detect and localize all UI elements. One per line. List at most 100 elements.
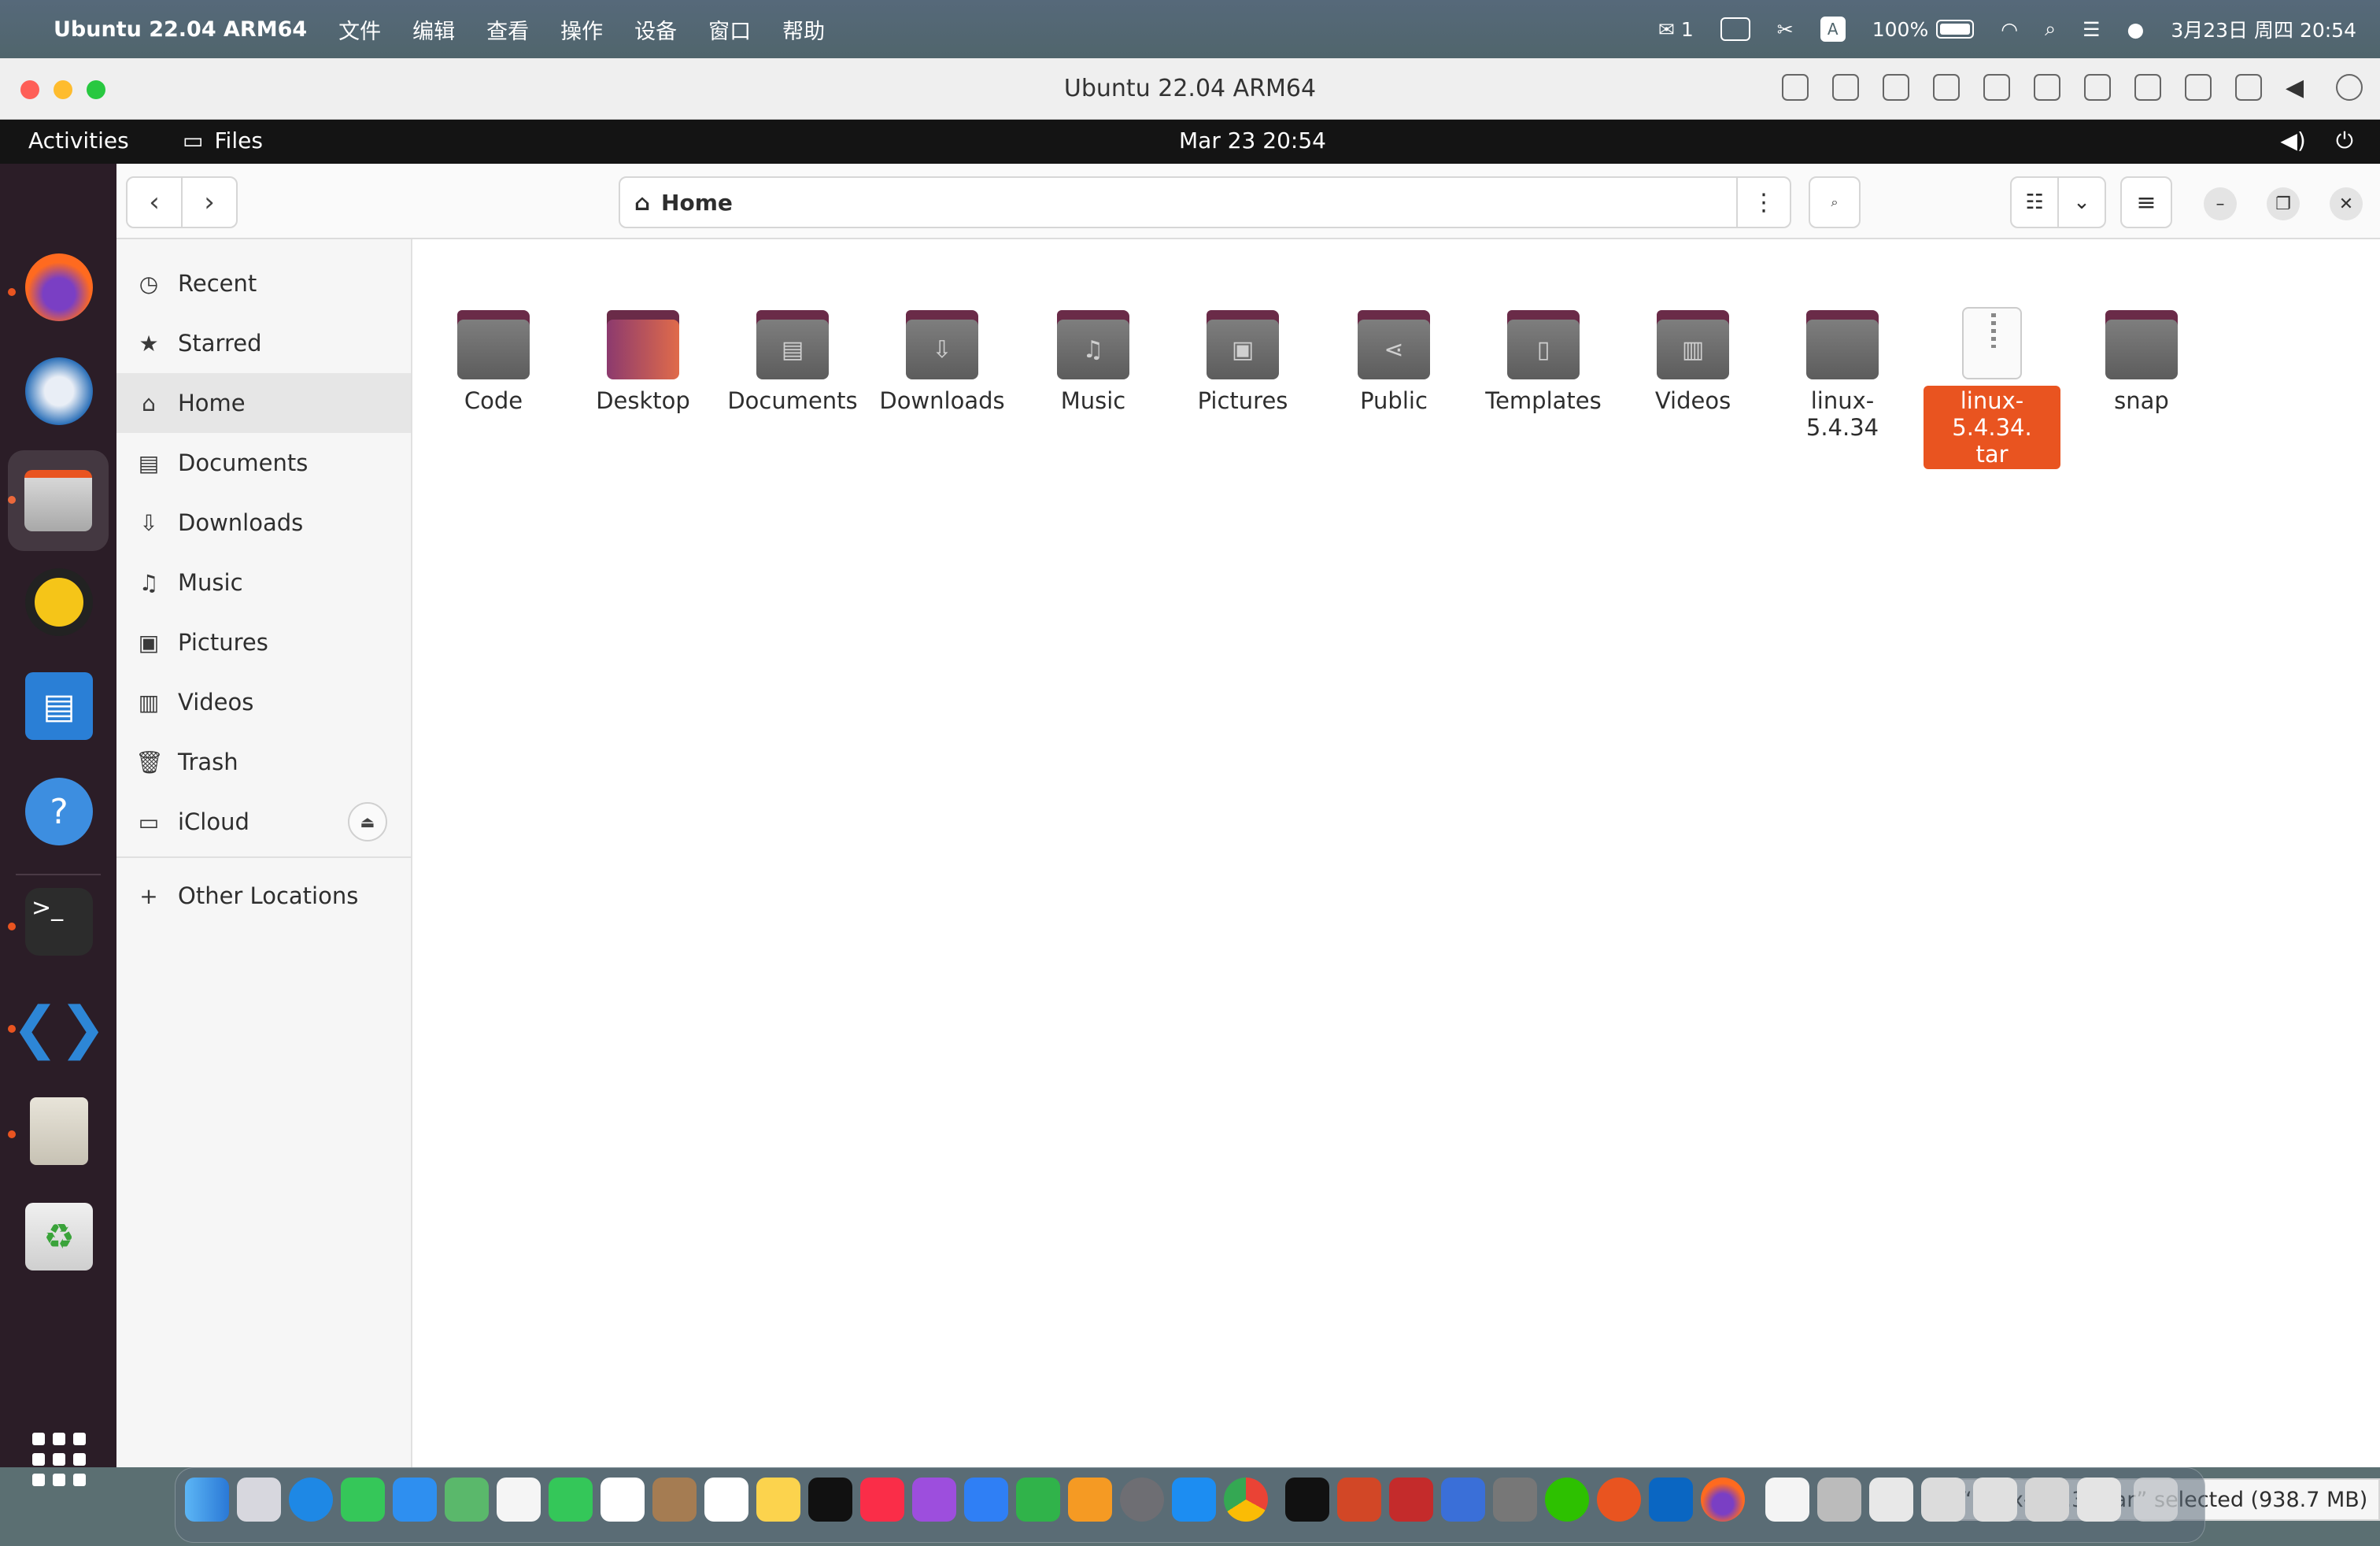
folder-item-music[interactable]: ♫ Music xyxy=(1022,302,1165,416)
finder-icon[interactable] xyxy=(185,1478,229,1522)
menu-actions[interactable]: 操作 xyxy=(560,14,603,45)
gear-icon[interactable] xyxy=(2336,74,2363,101)
terminal-icon[interactable]: >_ xyxy=(25,888,93,956)
folder-item-pictures[interactable]: ▣ Pictures xyxy=(1171,302,1314,416)
menu-window[interactable]: 窗口 xyxy=(708,14,751,45)
folder-item-code[interactable]: Code xyxy=(422,302,565,416)
system-settings-icon[interactable] xyxy=(1120,1478,1164,1522)
sidebar-item-starred[interactable]: ★ Starred xyxy=(116,313,411,373)
path-home-button[interactable]: ⌂ Home xyxy=(634,190,733,216)
tools-icon[interactable]: ✂ xyxy=(1777,18,1794,41)
vm-display-icon[interactable] xyxy=(1493,1478,1537,1522)
keyboard-icon[interactable] xyxy=(1782,74,1809,101)
battery-status[interactable]: 100% xyxy=(1872,18,1975,41)
sidebar-item-home[interactable]: ⌂ Home xyxy=(116,373,411,433)
podcasts-icon[interactable] xyxy=(912,1478,956,1522)
shared-folder-icon[interactable] xyxy=(2235,74,2262,101)
camera-icon[interactable] xyxy=(2185,74,2212,101)
wifi-icon[interactable]: ◠ xyxy=(2001,18,2018,41)
sidebar-item-music[interactable]: ♫ Music xyxy=(116,553,411,612)
trash-bin-icon[interactable] xyxy=(2134,1478,2178,1522)
vscode-mac-icon[interactable] xyxy=(1649,1478,1693,1522)
sidebar-item-trash[interactable]: 🗑 Trash xyxy=(116,732,411,792)
menu-edit[interactable]: 编辑 xyxy=(412,14,455,45)
file-item-linux-tar[interactable]: linux-5.4.34. tar xyxy=(1920,302,2064,469)
files-dock-item[interactable] xyxy=(8,450,109,551)
sidebar-item-documents[interactable]: ▤ Documents xyxy=(116,433,411,493)
wechat-icon[interactable] xyxy=(1545,1478,1589,1522)
music-app-icon[interactable] xyxy=(860,1478,904,1522)
numbers-icon[interactable] xyxy=(1016,1478,1060,1522)
window-thumbnail[interactable] xyxy=(1817,1478,1861,1522)
maps-icon[interactable] xyxy=(445,1478,489,1522)
path-bar[interactable]: ⌂ Home ⋮ xyxy=(619,176,1791,228)
contacts-icon[interactable] xyxy=(652,1478,697,1522)
writer-icon[interactable]: ▤ xyxy=(25,672,93,740)
maximize-button[interactable]: ❐ xyxy=(2267,187,2300,220)
calendar-icon[interactable] xyxy=(601,1478,645,1522)
mail-icon[interactable] xyxy=(393,1478,437,1522)
siri-icon[interactable]: ● xyxy=(2127,18,2145,41)
chrome-icon[interactable] xyxy=(1224,1478,1268,1522)
messages-icon[interactable] xyxy=(341,1478,385,1522)
list-view-button[interactable]: ☷ xyxy=(2012,178,2059,227)
help-icon[interactable]: ? xyxy=(25,778,93,845)
search-button[interactable]: ⌕ xyxy=(1809,176,1861,228)
sidebar-item-pictures[interactable]: ▣ Pictures xyxy=(116,612,411,672)
close-button[interactable]: ✕ xyxy=(2330,187,2363,220)
pages-icon[interactable] xyxy=(1068,1478,1112,1522)
eject-button[interactable]: ⏏ xyxy=(348,802,387,841)
firefox-icon[interactable] xyxy=(25,253,93,321)
zoom-window-button[interactable] xyxy=(87,80,105,99)
wechat-status[interactable]: ✉ 1 xyxy=(1658,18,1694,41)
menu-view[interactable]: 查看 xyxy=(486,14,529,45)
apple-tv-icon[interactable] xyxy=(808,1478,852,1522)
menu-help[interactable]: 帮助 xyxy=(782,14,825,45)
window-thumbnail[interactable] xyxy=(2025,1478,2069,1522)
display-mirror-icon[interactable] xyxy=(1720,17,1750,41)
firefox-mac-icon[interactable] xyxy=(1701,1478,1745,1522)
control-center-icon[interactable]: ☰ xyxy=(2082,18,2100,41)
path-options-button[interactable]: ⋮ xyxy=(1736,178,1790,227)
window-thumbnail[interactable] xyxy=(1921,1478,1965,1522)
photos-icon[interactable] xyxy=(497,1478,541,1522)
show-apps-icon[interactable] xyxy=(32,1433,86,1486)
folder-item-downloads[interactable]: ⇩ Downloads xyxy=(870,302,1014,416)
ubuntu-clock[interactable]: Mar 23 20:54 xyxy=(1179,128,1326,153)
recycle-bin-icon[interactable]: ♻ xyxy=(25,1203,93,1270)
window-thumbnail[interactable] xyxy=(2077,1478,2121,1522)
powerpoint-icon[interactable] xyxy=(1337,1478,1381,1522)
cpu-icon[interactable] xyxy=(1832,74,1859,101)
activities-button[interactable]: Activities xyxy=(28,128,129,153)
no-camera-icon[interactable] xyxy=(1933,74,1960,101)
folder-item-snap[interactable]: snap xyxy=(2070,302,2213,416)
parallels-icon[interactable] xyxy=(1389,1478,1433,1522)
folder-item-templates[interactable]: ▯ Templates xyxy=(1472,302,1615,416)
sidebar-item-videos[interactable]: ▥ Videos xyxy=(116,672,411,732)
rhythmbox-icon[interactable] xyxy=(25,568,93,636)
minimize-button[interactable]: – xyxy=(2204,187,2237,220)
sidebar-item-other-locations[interactable]: + Other Locations xyxy=(116,866,411,926)
facetime-icon[interactable] xyxy=(549,1478,593,1522)
forward-button[interactable]: › xyxy=(183,178,236,227)
mac-app-name[interactable]: Ubuntu 22.04 ARM64 xyxy=(54,17,307,42)
notes-icon[interactable] xyxy=(756,1478,800,1522)
keynote-icon[interactable] xyxy=(964,1478,1008,1522)
app-store-icon[interactable] xyxy=(1172,1478,1216,1522)
minimize-window-button[interactable] xyxy=(54,80,72,99)
files-app-menu[interactable]: ▭ Files xyxy=(183,128,263,153)
back-triangle-icon[interactable]: ◀ xyxy=(2286,74,2312,102)
ubuntu-icon[interactable] xyxy=(1597,1478,1641,1522)
view-options-button[interactable]: ⌄ xyxy=(2059,178,2105,227)
microphone-icon[interactable] xyxy=(2084,74,2111,101)
system-tray[interactable]: ◀) ⏻ xyxy=(2280,128,2353,154)
sidebar-item-downloads[interactable]: ⇩ Downloads xyxy=(116,493,411,553)
reminders-icon[interactable] xyxy=(704,1478,748,1522)
main-menu-button[interactable]: ≡ xyxy=(2120,176,2172,228)
archive-manager-icon[interactable] xyxy=(30,1097,88,1165)
folder-item-public[interactable]: ⋖ Public xyxy=(1322,302,1465,416)
network-icon[interactable] xyxy=(1983,74,2010,101)
sidebar-item-recent[interactable]: ◷ Recent xyxy=(116,253,411,313)
folder-item-desktop[interactable]: Desktop xyxy=(571,302,715,416)
document-stack-icon[interactable] xyxy=(1765,1478,1809,1522)
